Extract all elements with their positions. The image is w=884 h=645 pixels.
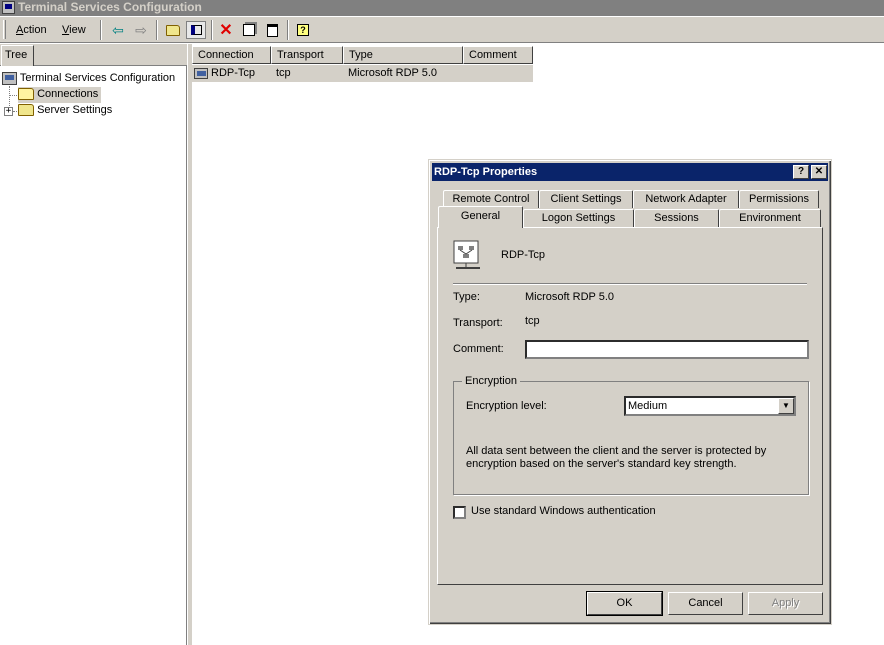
open-folder-icon: [18, 88, 34, 101]
table-row[interactable]: RDP-Tcp tcp Microsoft RDP 5.0: [192, 65, 533, 82]
chevron-down-icon[interactable]: ▼: [778, 398, 794, 414]
tree-line: [13, 111, 17, 112]
tree-item-label: Server Settings: [37, 104, 113, 116]
toolbar-separator: [287, 20, 289, 40]
ok-button[interactable]: OK: [586, 591, 663, 616]
tab-logon-settings[interactable]: Logon Settings: [523, 209, 634, 227]
column-header-type[interactable]: Type: [343, 46, 463, 64]
properties-icon[interactable]: [239, 21, 259, 39]
menu-view[interactable]: View: [62, 24, 86, 36]
tree-item-label: Connections: [37, 88, 99, 100]
close-button[interactable]: ✕: [811, 165, 827, 179]
divider: [453, 283, 807, 285]
export-list-icon[interactable]: [262, 21, 282, 39]
toolbar-separator: [211, 20, 213, 40]
tree-item-server-settings[interactable]: Server Settings: [18, 103, 112, 119]
tree-item-connections[interactable]: Connections: [18, 87, 102, 103]
connection-icon: [194, 67, 208, 79]
help-icon[interactable]: ?: [293, 21, 313, 39]
expand-plus-icon[interactable]: +: [4, 107, 13, 116]
tab-environment[interactable]: Environment: [719, 209, 821, 227]
back-arrow-icon[interactable]: ⇦: [108, 21, 128, 39]
type-label: Type:: [453, 291, 480, 303]
column-header-comment[interactable]: Comment: [463, 46, 533, 64]
encryption-level-select[interactable]: Medium ▼: [624, 396, 796, 416]
tab-tree[interactable]: Tree: [1, 45, 34, 66]
standard-auth-checkbox[interactable]: [453, 506, 466, 519]
delete-icon[interactable]: ✕: [216, 21, 236, 39]
menu-toolbar: Action View ⇦ ⇨ ✕ ?: [0, 16, 884, 43]
standard-auth-label[interactable]: Use standard Windows authentication: [471, 505, 656, 517]
comment-input[interactable]: [525, 340, 809, 359]
up-folder-icon[interactable]: [163, 21, 183, 39]
tab-network-adapter[interactable]: Network Adapter: [633, 190, 739, 208]
cell-type: Microsoft RDP 5.0: [348, 67, 438, 79]
toolbar-separator: [100, 20, 102, 40]
tab-permissions[interactable]: Permissions: [739, 190, 819, 208]
comment-label: Comment:: [453, 343, 504, 355]
properties-dialog: RDP-Tcp Properties ? ✕ Remote Control Cl…: [428, 159, 832, 625]
tree-root-label: Terminal Services Configuration: [19, 72, 176, 84]
tree-pane[interactable]: Tree Terminal Services Configuration Con…: [0, 44, 187, 645]
encryption-group: Encryption Encryption level: Medium ▼ Al…: [453, 375, 809, 495]
encryption-level-value: Medium: [628, 400, 668, 412]
folder-icon: [18, 104, 34, 117]
menu-action[interactable]: Action: [16, 24, 47, 36]
tree-line: [9, 95, 17, 96]
encryption-group-label: Encryption: [462, 375, 520, 387]
window-title: Terminal Services Configuration: [18, 0, 202, 14]
cell-connection: RDP-Tcp: [211, 67, 256, 79]
dialog-title-bar: RDP-Tcp Properties ? ✕: [432, 163, 828, 181]
type-value: Microsoft RDP 5.0: [525, 291, 615, 303]
toolbar-separator: [156, 20, 158, 40]
tab-sessions[interactable]: Sessions: [634, 209, 719, 227]
tree-root[interactable]: Terminal Services Configuration: [2, 71, 175, 87]
computer-icon: [2, 71, 17, 85]
cancel-button[interactable]: Cancel: [668, 592, 743, 615]
network-connection-icon: [453, 240, 483, 272]
app-icon: [2, 1, 15, 14]
encryption-level-label: Encryption level:: [466, 400, 547, 412]
dialog-title: RDP-Tcp Properties: [434, 166, 538, 178]
help-button[interactable]: ?: [793, 165, 809, 179]
apply-button[interactable]: Apply: [748, 592, 823, 615]
show-hide-tree-icon[interactable]: [186, 21, 206, 39]
encryption-description: All data sent between the client and the…: [466, 445, 767, 470]
tab-general[interactable]: General: [438, 206, 523, 228]
connection-name: RDP-Tcp: [501, 249, 546, 261]
toolbar-grip: [3, 20, 6, 39]
column-header-connection[interactable]: Connection: [192, 46, 271, 64]
window-title-bar: Terminal Services Configuration: [0, 0, 884, 16]
transport-value: tcp: [525, 315, 540, 327]
forward-arrow-icon[interactable]: ⇨: [131, 21, 151, 39]
column-header-transport[interactable]: Transport: [271, 46, 343, 64]
transport-label: Transport:: [453, 317, 503, 329]
cell-transport: tcp: [276, 67, 291, 79]
tab-client-settings[interactable]: Client Settings: [539, 190, 633, 208]
